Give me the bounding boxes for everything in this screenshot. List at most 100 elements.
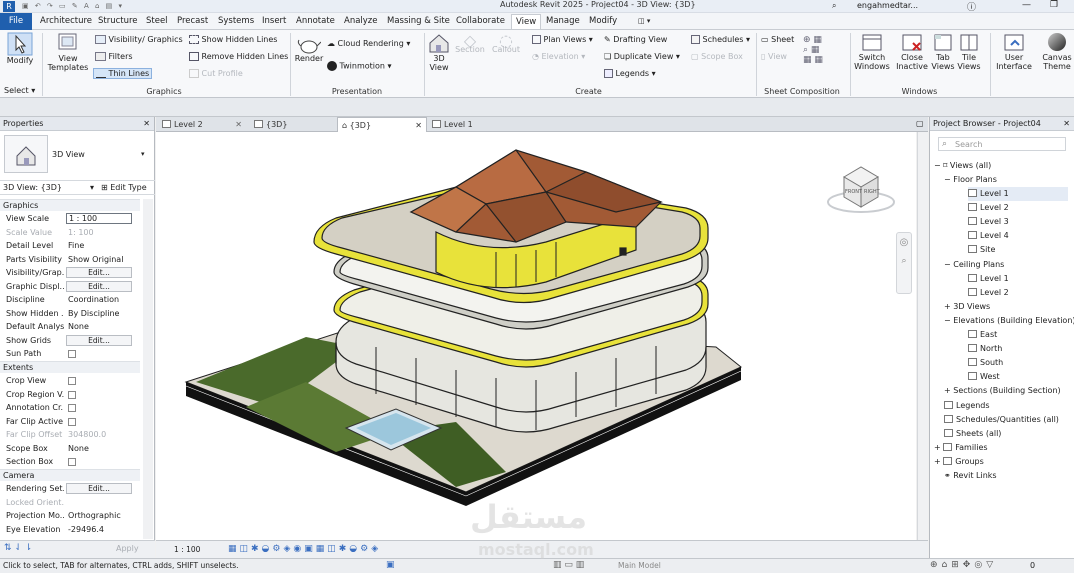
view-selector-arrow-icon[interactable]: ▾ — [90, 183, 94, 192]
crop-region-checkbox[interactable] — [68, 390, 76, 399]
tab-annotate[interactable]: Annotate — [296, 14, 335, 29]
tree-level-4[interactable]: Level 4 — [968, 229, 1009, 243]
view-controls-icons[interactable]: ▦◫✱◒⚙◈◉▣▦◫✱◒⚙◈ — [228, 544, 381, 554]
prop-discipline[interactable]: Discipline Coordination — [0, 293, 140, 307]
tab-systems[interactable]: Systems — [218, 14, 254, 29]
section-box-checkbox[interactable] — [68, 458, 76, 466]
tree-site[interactable]: Site — [968, 243, 995, 257]
minimize-button[interactable]: — — [1022, 0, 1031, 10]
tab-architecture[interactable]: Architecture — [40, 14, 92, 29]
tab-insert[interactable]: Insert — [262, 14, 286, 29]
view-tab-3d-active[interactable]: ⌂ {3D} ✕ — [337, 117, 427, 132]
tree-legends[interactable]: Legends — [944, 399, 990, 413]
tab-massing-site[interactable]: Massing & Site — [387, 14, 450, 29]
selection-filter-icons[interactable]: ⊕⌂⊞✥◎▽ — [930, 560, 997, 570]
active-model[interactable]: Main Model — [618, 561, 661, 570]
zoom-icon[interactable]: ⌕ — [897, 256, 911, 266]
annotation-crop-checkbox[interactable] — [68, 404, 76, 412]
type-name[interactable]: 3D View — [52, 150, 85, 159]
tree-sheets[interactable]: Sheets (all) — [944, 427, 1001, 441]
tab-overflow-icon[interactable]: ◫ ▾ — [638, 14, 650, 29]
tab-precast[interactable]: Precast — [177, 14, 208, 29]
modify-button[interactable]: Modify — [4, 32, 36, 65]
crop-view-checkbox[interactable] — [68, 377, 76, 385]
search-input[interactable]: Search — [955, 140, 982, 149]
user-name[interactable]: engahmedtar... — [857, 1, 918, 10]
tab-file[interactable]: File — [0, 13, 32, 30]
tree-views-all[interactable]: − ⌑ Views (all) — [934, 159, 991, 173]
close-icon[interactable]: ✕ — [1063, 117, 1070, 131]
view-scale-input[interactable]: 1 : 100 — [66, 213, 132, 224]
tab-structure[interactable]: Structure — [98, 14, 138, 29]
revit-logo-icon[interactable]: R — [3, 1, 15, 12]
3d-viewport[interactable]: FRONT RIGHT ◎ ⌕ — [156, 132, 916, 540]
tree-south[interactable]: South — [968, 356, 1003, 370]
tree-schedules[interactable]: Schedules/Quantities (all) — [944, 413, 1059, 427]
tree-sections[interactable]: + Sections (Building Section) — [944, 384, 1061, 398]
section-button[interactable]: ◇ Section — [455, 33, 485, 55]
tree-west[interactable]: West — [968, 370, 1000, 384]
canvas-theme-button[interactable]: Canvas Theme — [1040, 33, 1074, 71]
sheet-button[interactable]: ▭ Sheet — [761, 35, 794, 44]
tree-level-2[interactable]: Level 2 — [968, 201, 1009, 215]
tree-elevations[interactable]: − Elevations (Building Elevation) — [944, 314, 1074, 328]
sort-icons[interactable]: ⇅ ⇃ ⇂ — [4, 543, 32, 553]
thin-lines-button[interactable]: Thin Lines — [93, 68, 153, 79]
section-camera[interactable]: Camera — [0, 469, 140, 481]
apply-button[interactable]: Apply — [116, 544, 139, 553]
prop-eye-elevation[interactable]: Eye Elevation -29496.4 — [0, 523, 140, 537]
schedules-button[interactable]: Schedules ▾ — [691, 35, 750, 44]
visibility-graphics-button[interactable]: Visibility/ Graphics — [95, 35, 183, 44]
help-icon[interactable]: ⓘ — [967, 0, 976, 13]
quick-access-toolbar[interactable]: ▣ ↶ ↷ ▭ ✎ A ⌂ ▤ ▾ — [22, 2, 222, 11]
tile-views-button[interactable]: Tile Views — [957, 33, 981, 71]
show-grids-edit-button[interactable]: Edit... — [66, 334, 132, 346]
tree-ceiling-level-1[interactable]: Level 1 — [968, 272, 1009, 286]
tab-manage[interactable]: Manage — [546, 14, 580, 29]
tree-families[interactable]: + Families — [934, 441, 988, 455]
navigation-bar[interactable]: ◎ ⌕ — [896, 232, 912, 294]
tree-revit-links[interactable]: ⚭ Revit Links — [944, 469, 997, 483]
tab-views-button[interactable]: Tab Views — [931, 33, 955, 71]
view-place-button[interactable]: ▯ View — [761, 52, 787, 61]
tab-view[interactable]: View — [511, 14, 542, 29]
select-dropdown[interactable]: Select ▾ — [4, 86, 35, 95]
prop-default-analysis[interactable]: Default Analys...None — [0, 320, 140, 334]
tree-floor-plans[interactable]: − Floor Plans — [944, 173, 997, 187]
properties-scrollbar[interactable] — [143, 199, 153, 539]
tree-level-1[interactable]: Level 1 — [968, 187, 1068, 201]
view-tab-level-2[interactable]: Level 2 ✕ — [158, 117, 246, 132]
filters-button[interactable]: Filters — [95, 52, 133, 61]
worksets-icon[interactable]: ▣ — [386, 560, 395, 570]
prop-parts-visibility[interactable]: Parts Visibility Show Original — [0, 253, 140, 267]
close-inactive-button[interactable]: Close Inactive — [895, 33, 929, 71]
tree-north[interactable]: North — [968, 342, 1002, 356]
tab-steel[interactable]: Steel — [146, 14, 168, 29]
design-options-icons[interactable]: ▥ ▭ ▥ — [553, 560, 584, 570]
browser-search[interactable]: ⌕ Search — [938, 137, 1066, 151]
tab-modify[interactable]: Modify — [589, 14, 617, 29]
tree-ceiling-level-2[interactable]: Level 2 — [968, 286, 1009, 300]
far-clip-checkbox[interactable] — [68, 417, 76, 426]
graphic-display-edit-button[interactable]: Edit... — [66, 280, 132, 292]
cut-profile-button[interactable]: Cut Profile — [189, 69, 243, 78]
viewport-scrollbar[interactable] — [917, 132, 928, 540]
duplicate-view-button[interactable]: ❏ Duplicate View ▾ — [604, 52, 680, 61]
callout-button[interactable]: ◌ Callout — [491, 33, 521, 55]
tree-3d-views[interactable]: + 3D Views — [944, 300, 990, 314]
edit-type-button[interactable]: ⊞ Edit Type — [101, 183, 147, 192]
view-selector[interactable]: 3D View: {3D} — [3, 183, 62, 192]
tree-level-3[interactable]: Level 3 — [968, 215, 1009, 229]
steering-wheel-icon[interactable]: ◎ — [897, 237, 911, 248]
remove-hidden-lines-button[interactable]: Remove Hidden Lines — [189, 52, 288, 61]
elevation-button[interactable]: ◔ Elevation ▾ — [532, 52, 585, 61]
close-icon[interactable]: ✕ — [143, 117, 150, 131]
tab-collaborate[interactable]: Collaborate — [456, 14, 505, 29]
user-interface-button[interactable]: User Interface — [994, 33, 1034, 71]
prop-projection-mode[interactable]: Projection Mo... Orthographic — [0, 509, 140, 523]
restore-button[interactable]: ❐ — [1050, 0, 1058, 10]
show-hidden-lines-button[interactable]: Show Hidden Lines — [189, 35, 277, 44]
scope-box-button[interactable]: ▢ Scope Box — [691, 52, 743, 61]
twinmotion-button[interactable]: Twinmotion ▾ — [327, 61, 392, 71]
tab-menu-icon[interactable]: ▢ — [916, 119, 924, 128]
